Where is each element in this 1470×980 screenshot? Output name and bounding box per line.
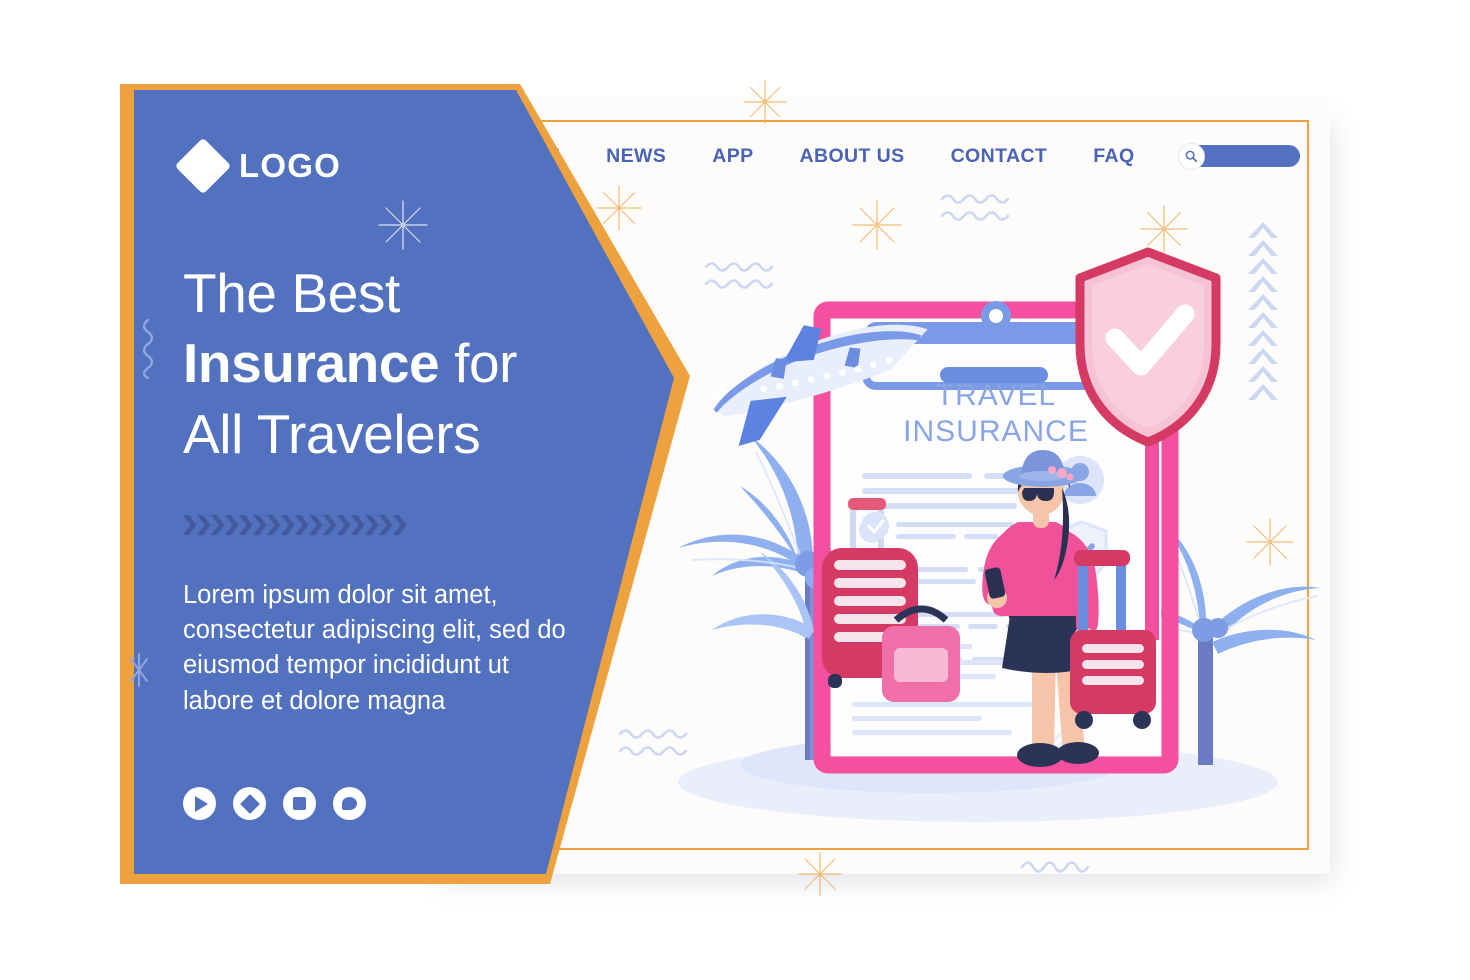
- squiggle-decoration: [128, 650, 150, 695]
- logo[interactable]: LOGO: [174, 137, 341, 195]
- squiggle-decoration: [140, 318, 156, 385]
- wavy-line-decoration: [940, 190, 1012, 224]
- nav-item-faq[interactable]: FAQ: [1093, 145, 1134, 168]
- starburst-icon: [378, 200, 428, 250]
- svg-text:INSURANCE: INSURANCE: [903, 415, 1089, 448]
- travel-insurance-illustration: TRAVEL INSURANCE: [600, 230, 1320, 850]
- headline-line-1: The Best: [183, 262, 400, 324]
- hero-body-text: Lorem ipsum dolor sit amet, consectetur …: [183, 581, 566, 715]
- nav-item-contact[interactable]: CONTACT: [951, 145, 1048, 168]
- chat-bubble-icon: [342, 797, 357, 810]
- starburst-icon: [743, 80, 787, 124]
- nav-item-news[interactable]: NEWS: [606, 145, 666, 168]
- nav-item-app[interactable]: APP: [712, 145, 753, 168]
- search-input[interactable]: [1177, 142, 1300, 170]
- search-icon[interactable]: [1177, 142, 1205, 170]
- headline-emphasis: Insurance: [183, 332, 440, 395]
- social-diamond-button[interactable]: [233, 787, 266, 820]
- nav-item-about-us[interactable]: ABOUT US: [800, 145, 905, 168]
- arrow-divider: [183, 515, 407, 535]
- starburst-icon: [798, 852, 842, 896]
- play-icon: [195, 795, 208, 812]
- social-chat-button[interactable]: [333, 787, 366, 820]
- page-title: The Best Insurance for All Travelers: [183, 258, 623, 469]
- headline-line-2-tail: for: [439, 332, 518, 395]
- logo-text: LOGO: [239, 147, 341, 184]
- starburst-icon: [596, 185, 642, 231]
- square-icon: [293, 797, 306, 810]
- social-play-button[interactable]: [183, 787, 216, 820]
- headline-line-3: All Travelers: [183, 402, 481, 465]
- social-square-button[interactable]: [283, 787, 316, 820]
- diamond-icon: [174, 137, 232, 195]
- svg-text:TRAVEL: TRAVEL: [936, 379, 1056, 412]
- social-links: [183, 787, 366, 820]
- wavy-line-decoration: [1020, 855, 1092, 875]
- diamond-icon: [239, 793, 260, 814]
- landing-page-template: TRAVEL INSURANCE NEWS APP ABOUT US CONTA…: [0, 0, 1470, 980]
- main-navigation: HOME NEWS APP ABOUT US CONTACT FAQ: [500, 138, 1300, 174]
